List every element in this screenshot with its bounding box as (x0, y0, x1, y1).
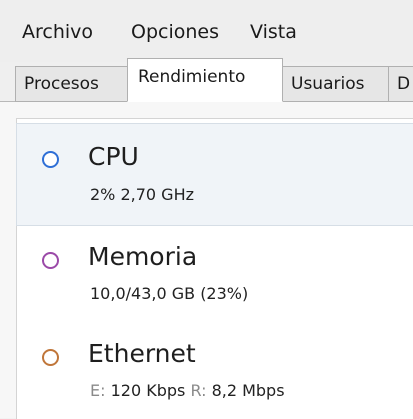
ethernet-recv-prefix: R: (190, 381, 207, 400)
menu-bar: Archivo Opciones Vista (0, 0, 413, 62)
memoria-indicator-icon (42, 252, 59, 269)
tab-usuarios-label: Usuarios (291, 74, 365, 94)
ethernet-send-value: 120 Kbps (110, 381, 186, 400)
ethernet-detail: E: 120 Kbps R: 8,2 Mbps (90, 381, 285, 401)
cpu-detail: 2% 2,70 GHz (90, 185, 195, 204)
ethernet-title: Ethernet (88, 339, 196, 368)
sidebar-item-memoria[interactable]: Memoria 10,0/43,0 GB (23%) (16, 233, 413, 325)
ethernet-indicator-icon (42, 349, 59, 366)
tab-procesos-label: Procesos (24, 74, 99, 94)
memoria-title: Memoria (88, 242, 198, 271)
tab-procesos[interactable]: Procesos (15, 66, 128, 102)
ethernet-recv-value: 8,2 Mbps (211, 381, 285, 400)
tab-detalles[interactable]: D (388, 66, 413, 102)
cpu-title: CPU (88, 142, 139, 171)
sidebar-item-ethernet[interactable]: Ethernet E: 120 Kbps R: 8,2 Mbps (16, 330, 413, 418)
ethernet-send-prefix: E: (90, 381, 106, 400)
menu-opciones[interactable]: Opciones (131, 20, 219, 44)
memoria-detail: 10,0/43,0 GB (23%) (90, 284, 249, 303)
tab-rendimiento[interactable]: Rendimiento (127, 58, 283, 102)
sidebar-item-cpu[interactable]: CPU 2% 2,70 GHz (16, 123, 413, 226)
tab-usuarios[interactable]: Usuarios (282, 66, 389, 102)
cpu-indicator-icon (42, 151, 59, 168)
tab-detalles-label: D (397, 74, 411, 94)
menu-archivo[interactable]: Archivo (22, 20, 93, 44)
tab-rendimiento-label: Rendimiento (138, 67, 246, 87)
menu-vista[interactable]: Vista (250, 20, 297, 44)
